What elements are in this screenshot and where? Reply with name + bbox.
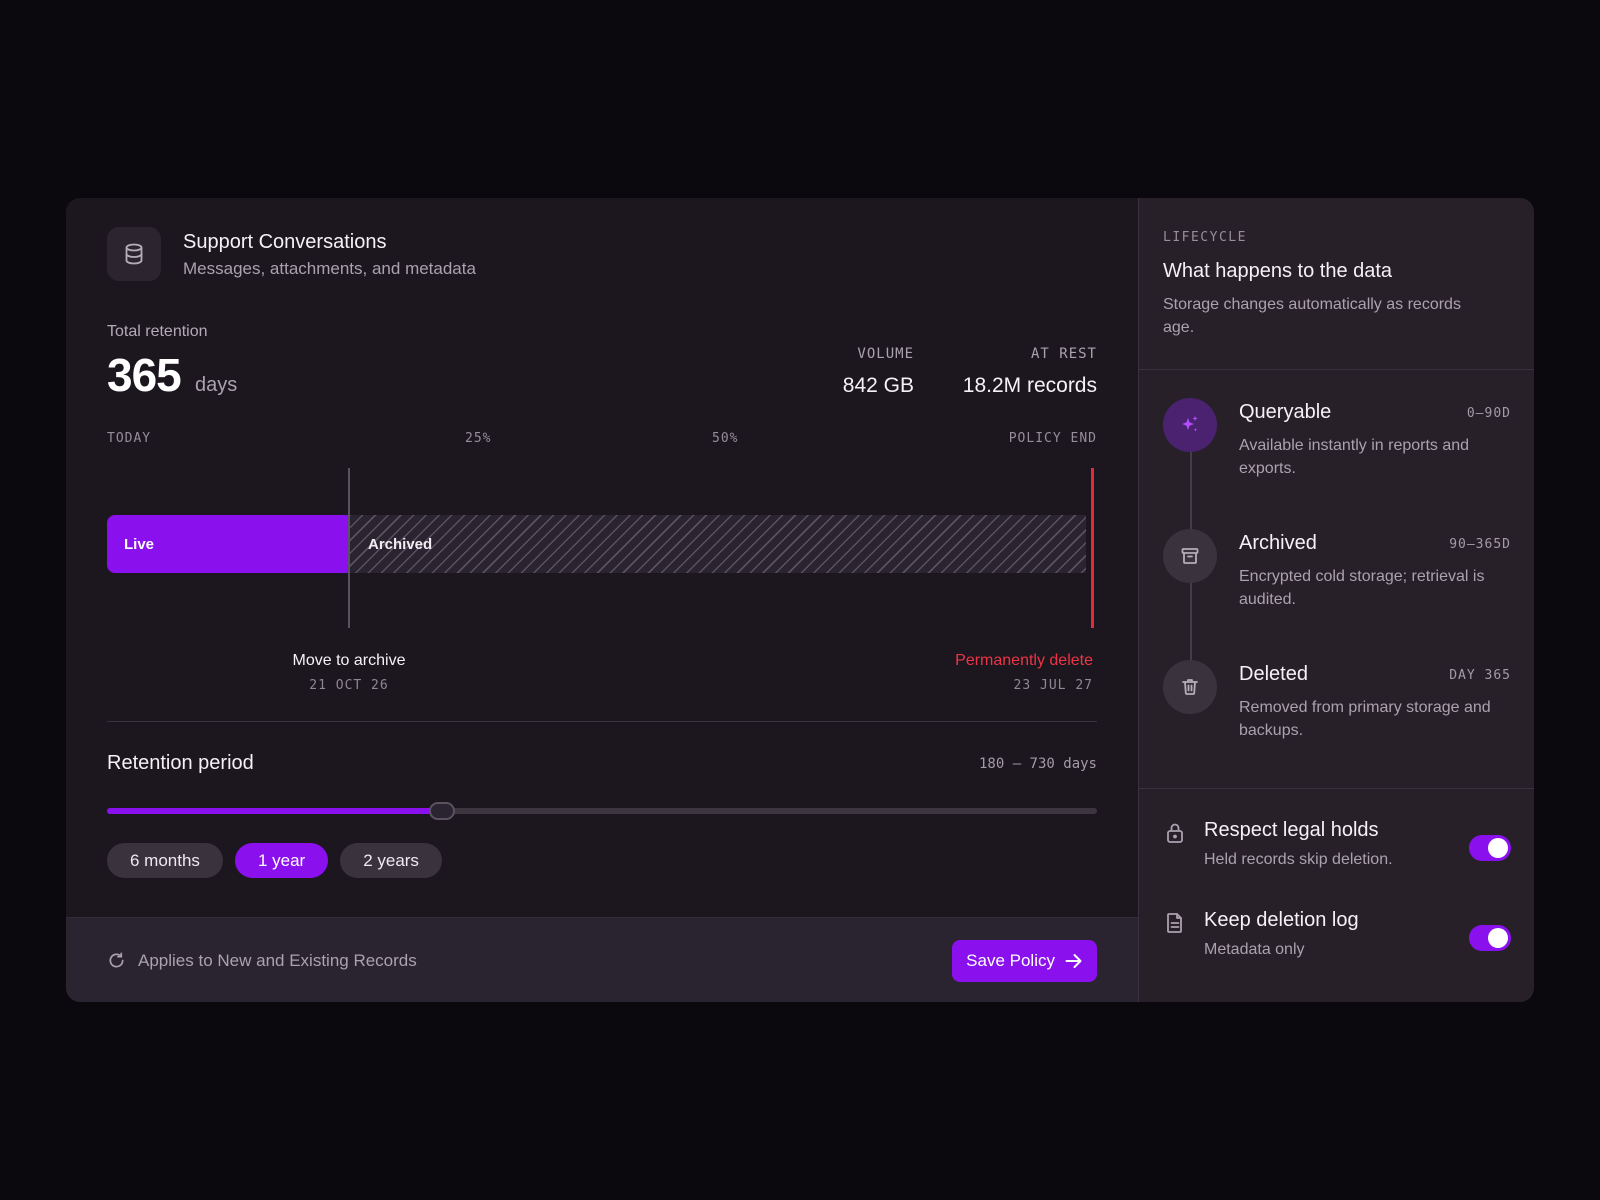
arrow-right-icon (1065, 954, 1082, 968)
retention-period-title: Retention period (107, 752, 254, 774)
slider-fill (107, 808, 442, 814)
volume-value: 842 GB (842, 374, 914, 397)
legal-holds-subtitle: Held records skip deletion. (1204, 851, 1393, 868)
legal-holds-title: Respect legal holds (1204, 819, 1379, 841)
lifecycle-eyebrow: LIFECYCLE (1163, 230, 1247, 245)
timeline-tick-today: TODAY (107, 431, 152, 446)
stage-deleted-range: DAY 365 (1449, 668, 1511, 683)
timeline-live-segment: Live (107, 515, 349, 573)
deletion-log-toggle[interactable] (1469, 925, 1511, 951)
total-retention-label: Total retention (107, 323, 208, 340)
stage-archived-range: 90–365D (1449, 537, 1511, 552)
total-retention-unit: days (195, 374, 238, 396)
sparkle-icon (1163, 398, 1217, 452)
delete-event-title: Permanently delete (955, 652, 1093, 669)
at-rest-label: AT REST (1030, 346, 1097, 362)
preset-chips: 6 months 1 year 2 years (107, 843, 442, 878)
chip-1-year[interactable]: 1 year (234, 843, 329, 878)
lifecycle-panel: LIFECYCLE What happens to the data Stora… (1138, 198, 1534, 1002)
lifecycle-title: What happens to the data (1163, 260, 1393, 282)
policy-main-panel: Support Conversations Messages, attachme… (66, 198, 1138, 1002)
deletion-log-title: Keep deletion log (1204, 909, 1359, 931)
stage-archived-desc: Encrypted cold storage; retrieval is aud… (1239, 568, 1485, 608)
archive-event-title: Move to archive (292, 652, 406, 669)
database-icon (107, 227, 161, 281)
timeline-archived-segment: Archived (349, 515, 1086, 573)
archive-event-date: 21 OCT 26 (309, 678, 389, 693)
policy-footer: Applies to New and Existing Records Save… (66, 917, 1138, 1002)
trash-icon (1163, 660, 1217, 714)
stage-queryable-desc: Available instantly in reports and expor… (1239, 437, 1470, 477)
archive-box-icon (1163, 529, 1217, 583)
delete-event-date: 23 JUL 27 (1013, 678, 1093, 693)
applies-note: Applies to New and Existing Records (138, 951, 417, 970)
stage-queryable-range: 0–90D (1466, 406, 1511, 421)
chip-6-months[interactable]: 6 months (107, 843, 223, 878)
document-icon (1167, 913, 1182, 933)
legal-holds-toggle[interactable] (1469, 835, 1511, 861)
delete-marker (1091, 468, 1094, 628)
chip-2-years[interactable]: 2 years (340, 843, 442, 878)
dataset-subtitle: Messages, attachments, and metadata (183, 259, 476, 278)
stage-deleted-desc: Removed from primary storage and backups… (1239, 699, 1491, 739)
volume-label: VOLUME (857, 346, 914, 362)
save-policy-label: Save Policy (966, 951, 1055, 970)
archive-marker (348, 468, 350, 628)
slider-thumb[interactable] (428, 802, 455, 820)
options-divider (1139, 788, 1534, 789)
timeline-tick-25: 25% (465, 431, 492, 446)
lifecycle-description: Storage changes automatically as records… (1163, 296, 1461, 336)
save-policy-button[interactable]: Save Policy (952, 940, 1097, 982)
stage-deleted-name: Deleted (1239, 663, 1308, 685)
refresh-icon (109, 952, 124, 968)
stage-queryable-name: Queryable (1239, 401, 1332, 423)
stage-archived-name: Archived (1239, 532, 1317, 554)
total-retention-value: 365 (107, 349, 182, 401)
at-rest-value: 18.2M records (962, 374, 1097, 397)
dataset-title: Support Conversations (183, 231, 387, 253)
retention-slider[interactable] (107, 802, 1097, 820)
retention-policy-card: Support Conversations Messages, attachme… (66, 198, 1534, 1002)
lock-icon (1167, 823, 1183, 843)
deletion-log-subtitle: Metadata only (1204, 941, 1305, 958)
timeline-tick-50: 50% (712, 431, 739, 446)
retention-period-range: 180 – 730 days (978, 756, 1097, 772)
section-divider (107, 721, 1097, 722)
timeline-tick-policy-end: POLICY END (1008, 431, 1097, 446)
lifecycle-divider (1139, 369, 1534, 370)
